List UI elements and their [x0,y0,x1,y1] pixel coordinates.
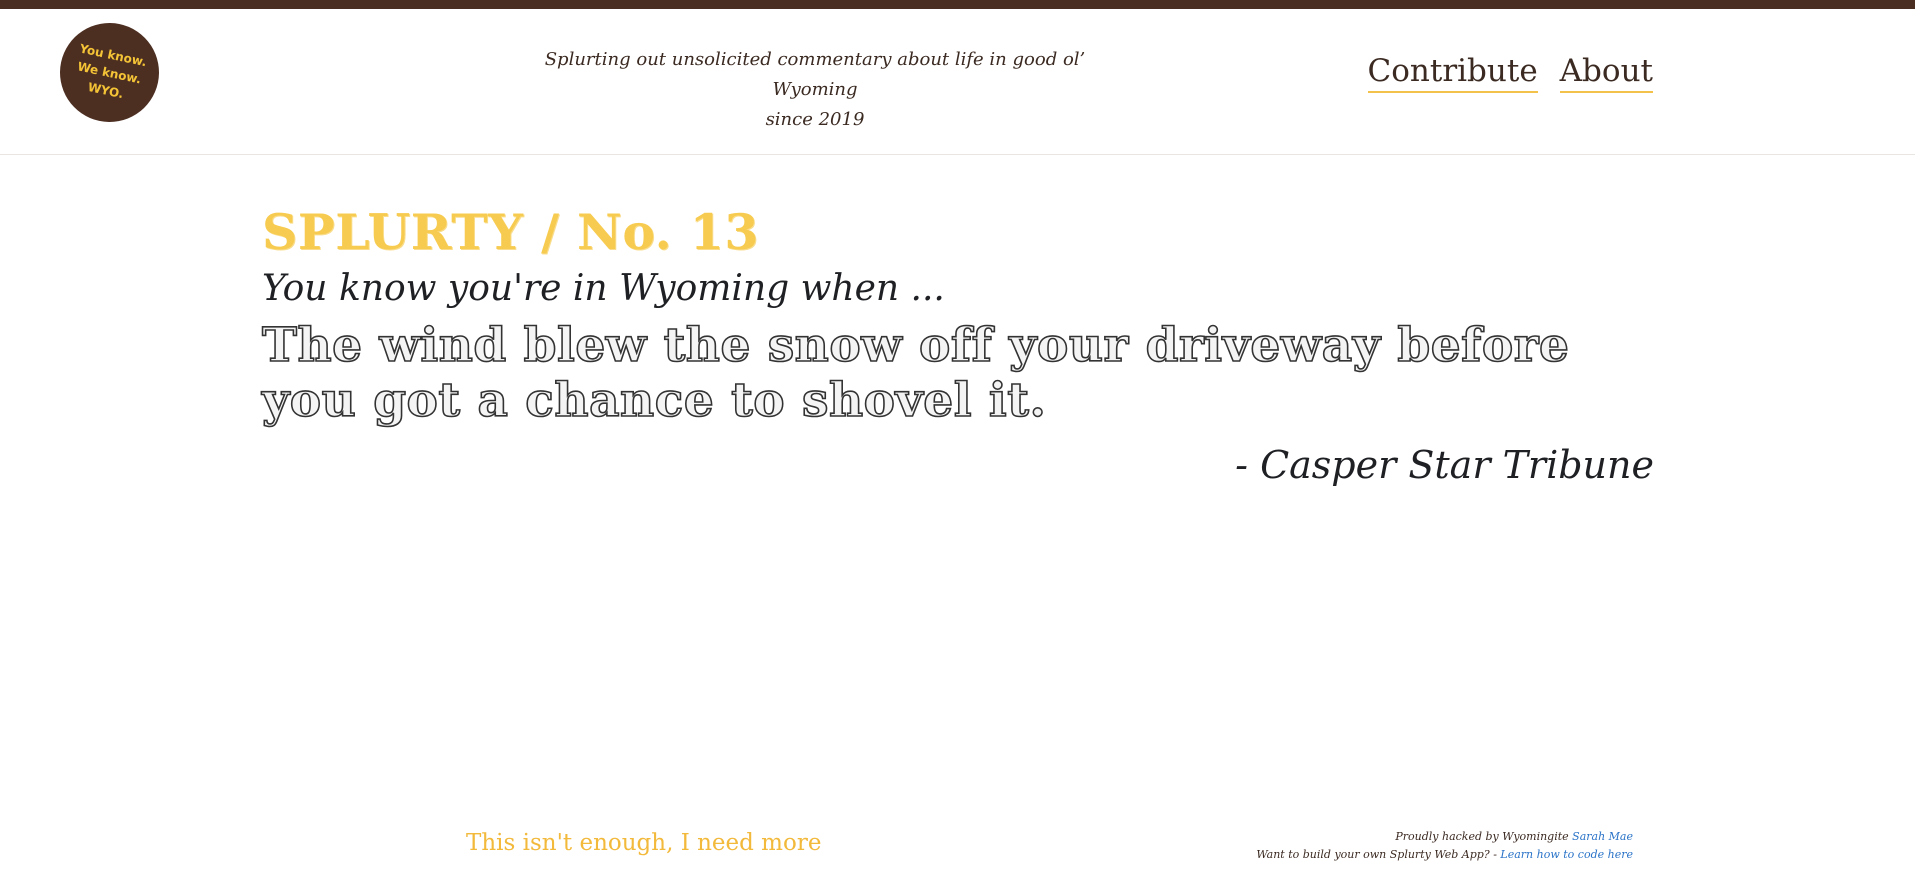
build-line: Want to build your own Splurty Web App? … [1256,846,1633,864]
nav-about-link[interactable]: About [1559,51,1653,93]
tagline-line-1: Splurting out unsolicited commentary abo… [544,49,1086,100]
author-link[interactable]: Sarah Mae [1572,830,1633,843]
more-splurty-link[interactable]: This isn't enough, I need more [466,828,821,858]
splurty-intro: You know you're in Wyoming when ... [262,268,945,309]
site-logo[interactable]: You know. We know. WYO. [50,13,169,132]
learn-to-code-link[interactable]: Learn how to code here [1500,848,1633,861]
build-prefix: Want to build your own Splurty Web App? … [1256,848,1501,861]
main-nav: Contribute About [1367,51,1653,93]
credit-prefix: Proudly hacked by Wyomingite [1395,830,1573,843]
splurty-attribution: - Casper Star Tribune [1235,443,1654,487]
nav-contribute-link[interactable]: Contribute [1367,51,1538,93]
site-tagline: Splurting out unsolicited commentary abo… [520,45,1110,135]
credit-line: Proudly hacked by Wyomingite Sarah Mae [1256,828,1633,846]
site-header: You know. We know. WYO. Splurting out un… [0,9,1915,155]
tagline-line-2: since 2019 [765,109,865,130]
splurty-content: SPLURTY / No. 13 You know you're in Wyom… [261,200,1654,494]
footer-credits: Proudly hacked by Wyomingite Sarah Mae W… [1256,828,1633,864]
splurty-title: SPLURTY / No. 13 [262,203,759,261]
splurty-quote: The wind blew the snow off your driveway… [261,317,1570,429]
top-bar [0,0,1915,9]
